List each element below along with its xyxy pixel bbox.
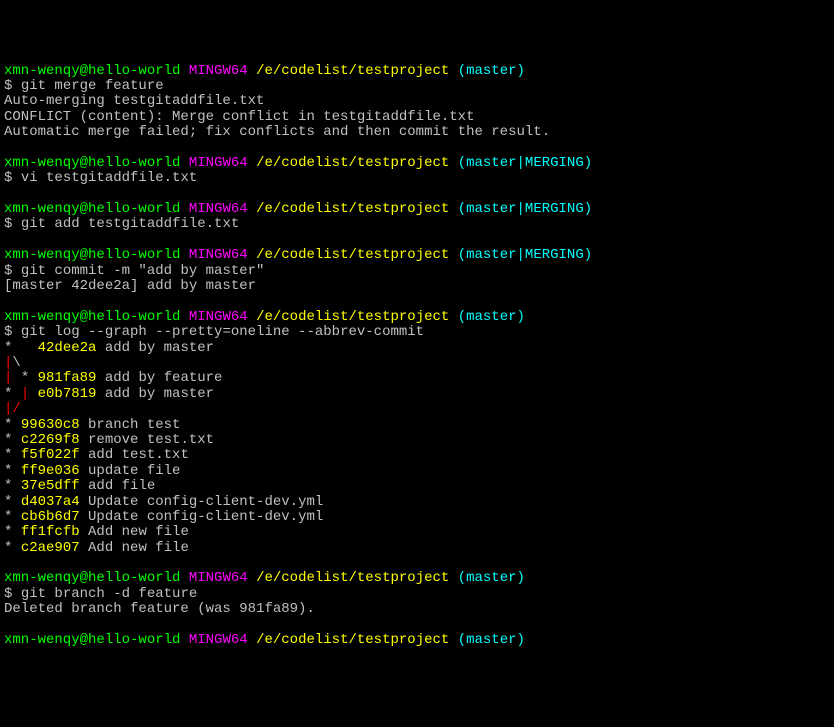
commit-msg: Add new file xyxy=(88,540,189,556)
prompt-line: xmn-wenqy@hello-world MINGW64 /e/codelis… xyxy=(4,248,830,263)
command: git log --graph --pretty=oneline --abbre… xyxy=(21,324,424,340)
commit-hash: 42dee2a xyxy=(38,340,97,356)
command-line: $ git add testgitaddfile.txt xyxy=(4,217,830,232)
commit-msg: update file xyxy=(88,463,180,479)
system: MINGW64 xyxy=(189,570,248,586)
commit-msg: add test.txt xyxy=(88,447,189,463)
user-host: xmn-wenqy@hello-world xyxy=(4,309,180,325)
log-line: * 37e5dff add file xyxy=(4,479,830,494)
log-line: * c2ae907 Add new file xyxy=(4,541,830,556)
path: /e/codelist/testproject xyxy=(256,63,449,79)
user-host: xmn-wenqy@hello-world xyxy=(4,632,180,648)
log-line: * cb6b6d7 Update config-client-dev.yml xyxy=(4,510,830,525)
log-graph: |/ xyxy=(4,402,830,417)
prompt-line: xmn-wenqy@hello-world MINGW64 /e/codelis… xyxy=(4,156,830,171)
user-host: xmn-wenqy@hello-world xyxy=(4,155,180,171)
output-line: Auto-merging testgitaddfile.txt xyxy=(4,94,830,109)
commit-hash: cb6b6d7 xyxy=(21,509,80,525)
system: MINGW64 xyxy=(189,63,248,79)
system: MINGW64 xyxy=(189,201,248,217)
log-graph: |\ xyxy=(4,356,830,371)
system: MINGW64 xyxy=(189,247,248,263)
commit-msg: remove test.txt xyxy=(88,432,214,448)
prompt-line: xmn-wenqy@hello-world MINGW64 /e/codelis… xyxy=(4,202,830,217)
path: /e/codelist/testproject xyxy=(256,247,449,263)
path: /e/codelist/testproject xyxy=(256,155,449,171)
system: MINGW64 xyxy=(189,155,248,171)
commit-msg: branch test xyxy=(88,417,180,433)
branch: (master|MERGING) xyxy=(458,201,592,217)
user-host: xmn-wenqy@hello-world xyxy=(4,63,180,79)
path: /e/codelist/testproject xyxy=(256,570,449,586)
command: git commit -m "add by master" xyxy=(21,263,265,279)
command: git branch -d feature xyxy=(21,586,197,602)
command-line: $ vi testgitaddfile.txt xyxy=(4,171,830,186)
branch: (master) xyxy=(458,632,525,648)
commit-hash: d4037a4 xyxy=(21,494,80,510)
system: MINGW64 xyxy=(189,632,248,648)
system: MINGW64 xyxy=(189,309,248,325)
commit-msg: Update config-client-dev.yml xyxy=(88,509,323,525)
command-line: $ git merge feature xyxy=(4,79,830,94)
prompt-line: xmn-wenqy@hello-world MINGW64 /e/codelis… xyxy=(4,64,830,79)
commit-hash: f5f022f xyxy=(21,447,80,463)
commit-hash: 37e5dff xyxy=(21,478,80,494)
branch: (master|MERGING) xyxy=(458,155,592,171)
commit-hash: c2ae907 xyxy=(21,540,80,556)
output-line: Automatic merge failed; fix conflicts an… xyxy=(4,125,830,140)
commit-hash: 981fa89 xyxy=(38,370,97,386)
user-host: xmn-wenqy@hello-world xyxy=(4,201,180,217)
prompt-line: xmn-wenqy@hello-world MINGW64 /e/codelis… xyxy=(4,633,830,648)
commit-hash: e0b7819 xyxy=(38,386,97,402)
commit-msg: Add new file xyxy=(88,524,189,540)
commit-msg: Update config-client-dev.yml xyxy=(88,494,323,510)
user-host: xmn-wenqy@hello-world xyxy=(4,247,180,263)
log-line: * 99630c8 branch test xyxy=(4,418,830,433)
output-line: [master 42dee2a] add by master xyxy=(4,279,830,294)
commit-hash: c2269f8 xyxy=(21,432,80,448)
branch: (master) xyxy=(458,309,525,325)
commit-msg: add file xyxy=(88,478,155,494)
output-line: Deleted branch feature (was 981fa89). xyxy=(4,602,830,617)
commit-msg: add by feature xyxy=(105,370,223,386)
commit-hash: 99630c8 xyxy=(21,417,80,433)
commit-hash: ff9e036 xyxy=(21,463,80,479)
command: git add testgitaddfile.txt xyxy=(21,216,239,232)
path: /e/codelist/testproject xyxy=(256,309,449,325)
commit-msg: add by master xyxy=(105,340,214,356)
log-line: * ff1fcfb Add new file xyxy=(4,525,830,540)
path: /e/codelist/testproject xyxy=(256,632,449,648)
path: /e/codelist/testproject xyxy=(256,201,449,217)
log-line: * c2269f8 remove test.txt xyxy=(4,433,830,448)
command: git merge feature xyxy=(21,78,164,94)
log-line: * | e0b7819 add by master xyxy=(4,387,830,402)
command: vi testgitaddfile.txt xyxy=(21,170,197,186)
user-host: xmn-wenqy@hello-world xyxy=(4,570,180,586)
branch: (master|MERGING) xyxy=(458,247,592,263)
log-line: | * 981fa89 add by feature xyxy=(4,371,830,386)
log-line: * ff9e036 update file xyxy=(4,464,830,479)
branch: (master) xyxy=(458,63,525,79)
log-line: * d4037a4 Update config-client-dev.yml xyxy=(4,495,830,510)
branch: (master) xyxy=(458,570,525,586)
prompt-line: xmn-wenqy@hello-world MINGW64 /e/codelis… xyxy=(4,310,830,325)
commit-msg: add by master xyxy=(105,386,214,402)
commit-hash: ff1fcfb xyxy=(21,524,80,540)
log-line: * 42dee2a add by master xyxy=(4,341,830,356)
log-line: * f5f022f add test.txt xyxy=(4,448,830,463)
output-line: CONFLICT (content): Merge conflict in te… xyxy=(4,110,830,125)
command-line: $ git commit -m "add by master" xyxy=(4,264,830,279)
prompt-line: xmn-wenqy@hello-world MINGW64 /e/codelis… xyxy=(4,571,830,586)
terminal-output[interactable]: xmn-wenqy@hello-world MINGW64 /e/codelis… xyxy=(4,64,830,649)
command-line: $ git branch -d feature xyxy=(4,587,830,602)
command-line: $ git log --graph --pretty=oneline --abb… xyxy=(4,325,830,340)
